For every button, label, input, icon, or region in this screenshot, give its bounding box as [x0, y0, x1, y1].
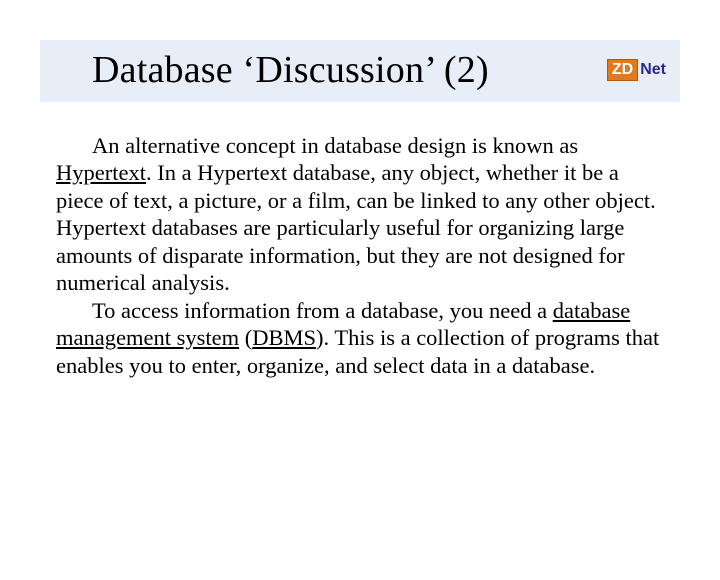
text-run: ( [239, 325, 252, 350]
paragraph-1: An alternative concept in database desig… [56, 132, 664, 297]
underline-dbms-short: DBMS [252, 325, 316, 350]
underline-hypertext: Hypertext [56, 160, 146, 185]
title-bar: Database ‘Discussion’ (2) ZD Net [40, 40, 680, 102]
paragraph-2: To access information from a database, y… [56, 297, 664, 379]
zdnet-logo-net: Net [640, 62, 666, 78]
text-run: An alternative concept in database desig… [92, 133, 578, 158]
zdnet-logo-zd: ZD [607, 59, 638, 81]
body-text: An alternative concept in database desig… [56, 132, 664, 379]
text-run: To access information from a database, y… [92, 298, 553, 323]
zdnet-logo: ZD Net [607, 56, 666, 84]
text-run: . In a Hypertext database, any object, w… [56, 160, 656, 295]
slide-title: Database ‘Discussion’ (2) [92, 48, 489, 92]
